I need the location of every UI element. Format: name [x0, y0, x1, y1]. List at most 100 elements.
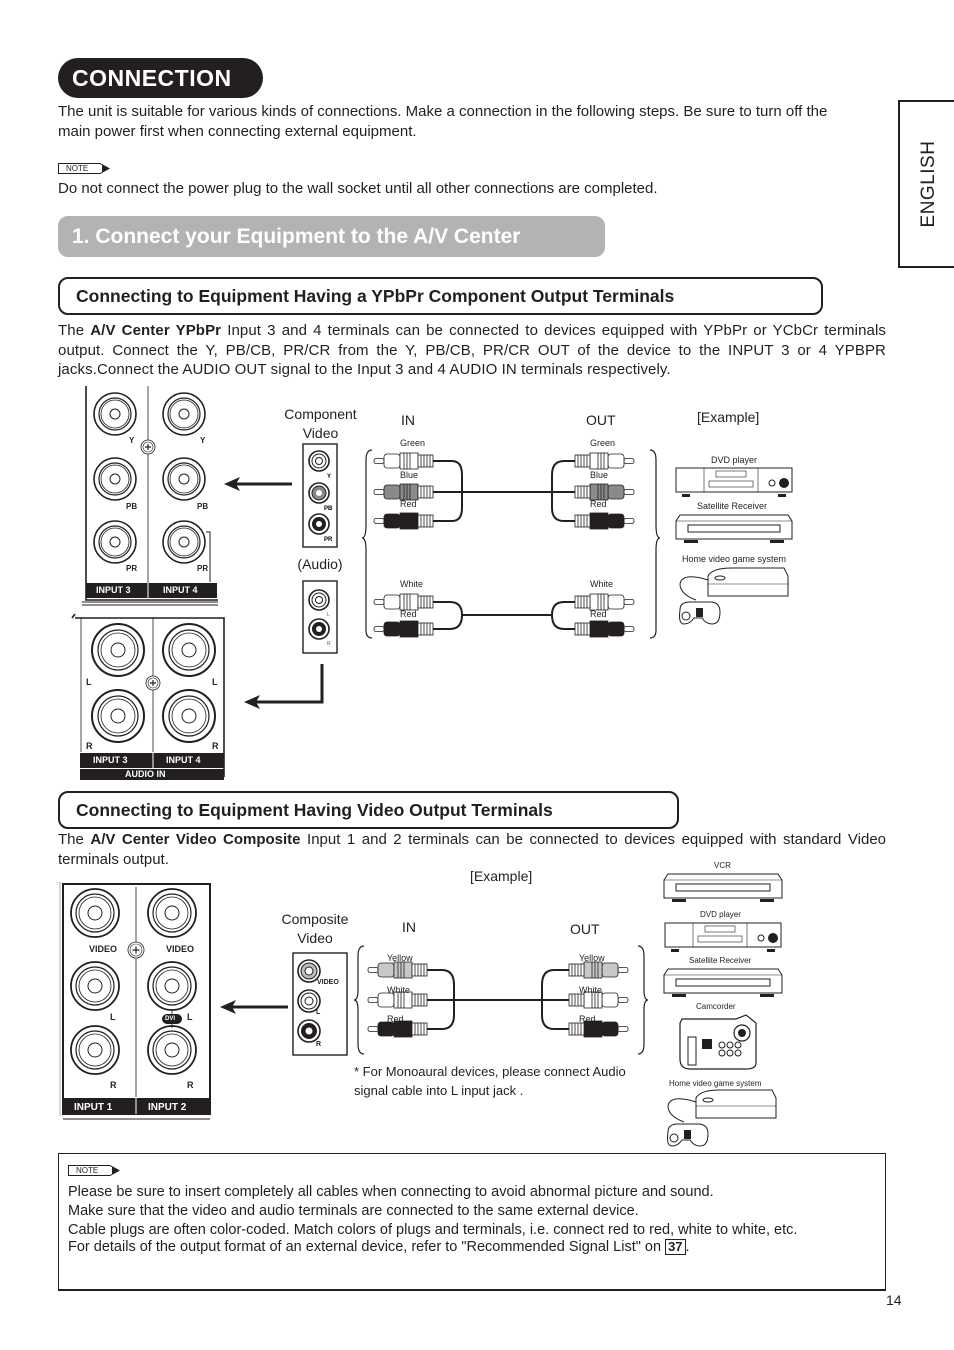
dvd-player-icon [664, 922, 782, 952]
out-label: OUT [586, 412, 616, 428]
component-video-label: Component Video [284, 406, 357, 441]
plug-white-in [373, 593, 434, 611]
page-number: 14 [886, 1292, 902, 1308]
jack-label-r-2: R [187, 1080, 194, 1090]
ypbpr-section-title: Connecting to Equipment Having a YPbPr C… [58, 277, 823, 315]
component-jack-strip: Y PB PR L R [302, 443, 338, 654]
language-tab: ENGLISH [898, 100, 954, 268]
jack-label-pr-3: PR [126, 564, 138, 573]
device-label-game-2: Home video game system [669, 1079, 762, 1088]
bottom-note-box: NOTE Please be sure to insert completely… [58, 1153, 886, 1291]
cable-label-blue-out: Blue [590, 470, 609, 480]
cable-label-yellow-out: Yellow [579, 953, 605, 963]
game-console-icon [679, 567, 789, 625]
video-product-name: A/V Center Video Composite [90, 831, 301, 848]
plug-green-in [373, 452, 434, 470]
jack-label-r-4: R [212, 741, 219, 751]
device-label-vcr: VCR [714, 861, 731, 870]
page-title: CONNECTION [58, 58, 263, 98]
note-line: Make sure that the video and audio termi… [68, 1203, 639, 1219]
arrow-icon [220, 1000, 288, 1014]
audio-input-4-label: INPUT 4 [166, 755, 201, 765]
plug-red-out [574, 512, 635, 530]
arrow-icon [244, 664, 324, 709]
note-arrow-icon [94, 163, 111, 174]
plug-green-out [574, 452, 635, 470]
cable-label-blue-in: Blue [400, 470, 419, 480]
video-description: The A/V Center Video Composite Input 1 a… [58, 831, 886, 868]
composite-video-label: Composite Video [281, 911, 349, 946]
cable-label-red-audio-in: Red [400, 609, 417, 619]
jack-label-l-4: L [212, 677, 218, 687]
cable-label-white-out: White [590, 579, 614, 589]
dvd-player-icon [675, 467, 793, 497]
device-label-satellite: Satellite Receiver [697, 501, 768, 511]
video-section-title: Connecting to Equipment Having Video Out… [58, 791, 679, 829]
audio-jack-l: L [327, 612, 330, 618]
cable-label-white-in: White [400, 579, 424, 589]
input-4-label: INPUT 4 [163, 585, 198, 595]
cable-label-red-audio-out: Red [590, 609, 607, 619]
step-title: 1. Connect your Equipment to the A/V Cen… [58, 216, 605, 257]
note-power-text: Do not connect the power plug to the wal… [58, 180, 658, 197]
example-label: [Example] [697, 409, 760, 425]
plug-red-audio-out [574, 620, 635, 638]
note-tag: NOTE [68, 1165, 121, 1176]
composite-example-label: [Example] [470, 868, 533, 884]
audio-in-label: AUDIO IN [125, 769, 166, 779]
satellite-receiver-icon [675, 514, 793, 543]
dvi-badge-label: DVI [165, 1016, 176, 1022]
note-label: NOTE [68, 1165, 105, 1176]
composite-out-label: OUT [570, 921, 600, 937]
mono-note: * For Monoaural devices, please connect … [354, 1064, 626, 1098]
jack-label-video-1: VIDEO [89, 944, 118, 954]
composite-panel [59, 882, 288, 1120]
plug-red-audio-in [373, 620, 434, 638]
device-label-dvd: DVD player [711, 455, 758, 465]
plug-yellow-in [367, 961, 428, 979]
note-label: NOTE [58, 163, 95, 174]
jack-label-r-3: R [86, 741, 93, 751]
audio-label: (Audio) [297, 556, 343, 572]
composite-jack-l: L [316, 1009, 321, 1016]
page-reference-link[interactable]: 37 [665, 1239, 686, 1255]
game-console-icon [667, 1089, 777, 1147]
vcr-icon [663, 873, 783, 902]
cable-label-red-in: Red [400, 499, 417, 509]
cable-label-white-composite-in: White [387, 985, 411, 995]
satellite-receiver-icon [663, 968, 783, 997]
input-3-label: INPUT 3 [96, 585, 131, 595]
plug-yellow-out [568, 961, 629, 979]
jack-label-y-4: Y [200, 436, 206, 445]
note-lines: Please be sure to insert completely all … [68, 1183, 828, 1257]
cable-label-red-composite-out: Red [579, 1014, 596, 1024]
component-jack-pr: PR [324, 537, 333, 543]
device-label-satellite-2: Satellite Receiver [689, 956, 752, 965]
ypbpr-description: The A/V Center YPbPr Input 3 and 4 termi… [58, 322, 886, 378]
note-line: Please be sure to insert completely all … [68, 1184, 714, 1200]
note-arrow-icon [104, 1165, 121, 1176]
jack-label-pb-3: PB [126, 502, 138, 511]
jack-label-video-2: VIDEO [166, 944, 195, 954]
device-label-camcorder: Camcorder [696, 1002, 736, 1011]
composite-in-label: IN [402, 919, 416, 935]
jack-label-l-2: L [187, 1012, 193, 1022]
jack-label-l-1: L [110, 1012, 116, 1022]
jack-label-pr-4: PR [197, 564, 209, 573]
language-tab-label: ENGLISH [918, 140, 939, 228]
cable-label-red-out: Red [590, 499, 607, 509]
jack-label-y-3: Y [129, 436, 135, 445]
jack-label-r-1: R [110, 1080, 117, 1090]
note-tag: NOTE [58, 163, 111, 174]
ypbpr-product-name: A/V Center YPbPr [90, 322, 222, 339]
camcorder-icon [679, 1014, 757, 1070]
plug-white-out [574, 593, 635, 611]
composite-jack-r: R [316, 1041, 322, 1048]
cable-label-green-in: Green [400, 438, 426, 448]
input-1-label: INPUT 1 [74, 1102, 113, 1113]
device-label-game: Home video game system [682, 554, 787, 564]
input-2-label: INPUT 2 [148, 1102, 187, 1113]
plug-red-composite-out [568, 1020, 629, 1038]
cable-label-yellow-in: Yellow [387, 953, 413, 963]
audio-jack-r: R [327, 641, 331, 647]
